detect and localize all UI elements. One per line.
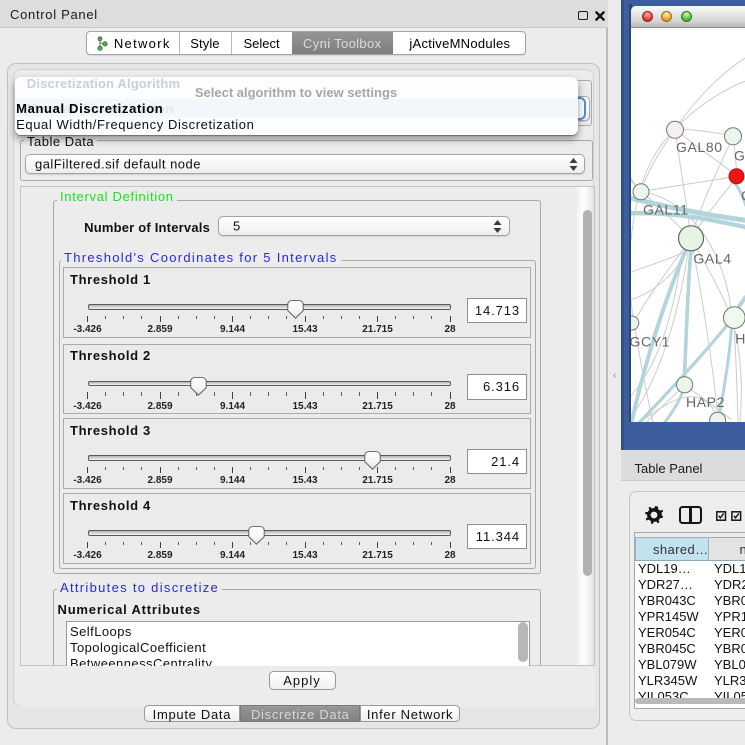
svg-text:GAL11: GAL11 [643, 201, 689, 217]
svg-text:CY: CY [741, 187, 745, 203]
svg-text:GAL80: GAL80 [676, 138, 723, 154]
svg-text:HAP2: HAP2 [686, 393, 725, 409]
svg-text:HI: HI [735, 330, 745, 346]
svg-text:GCY1: GCY1 [631, 333, 670, 349]
svg-text:GA: GA [734, 147, 745, 163]
svg-text:GAL4: GAL4 [693, 250, 731, 266]
